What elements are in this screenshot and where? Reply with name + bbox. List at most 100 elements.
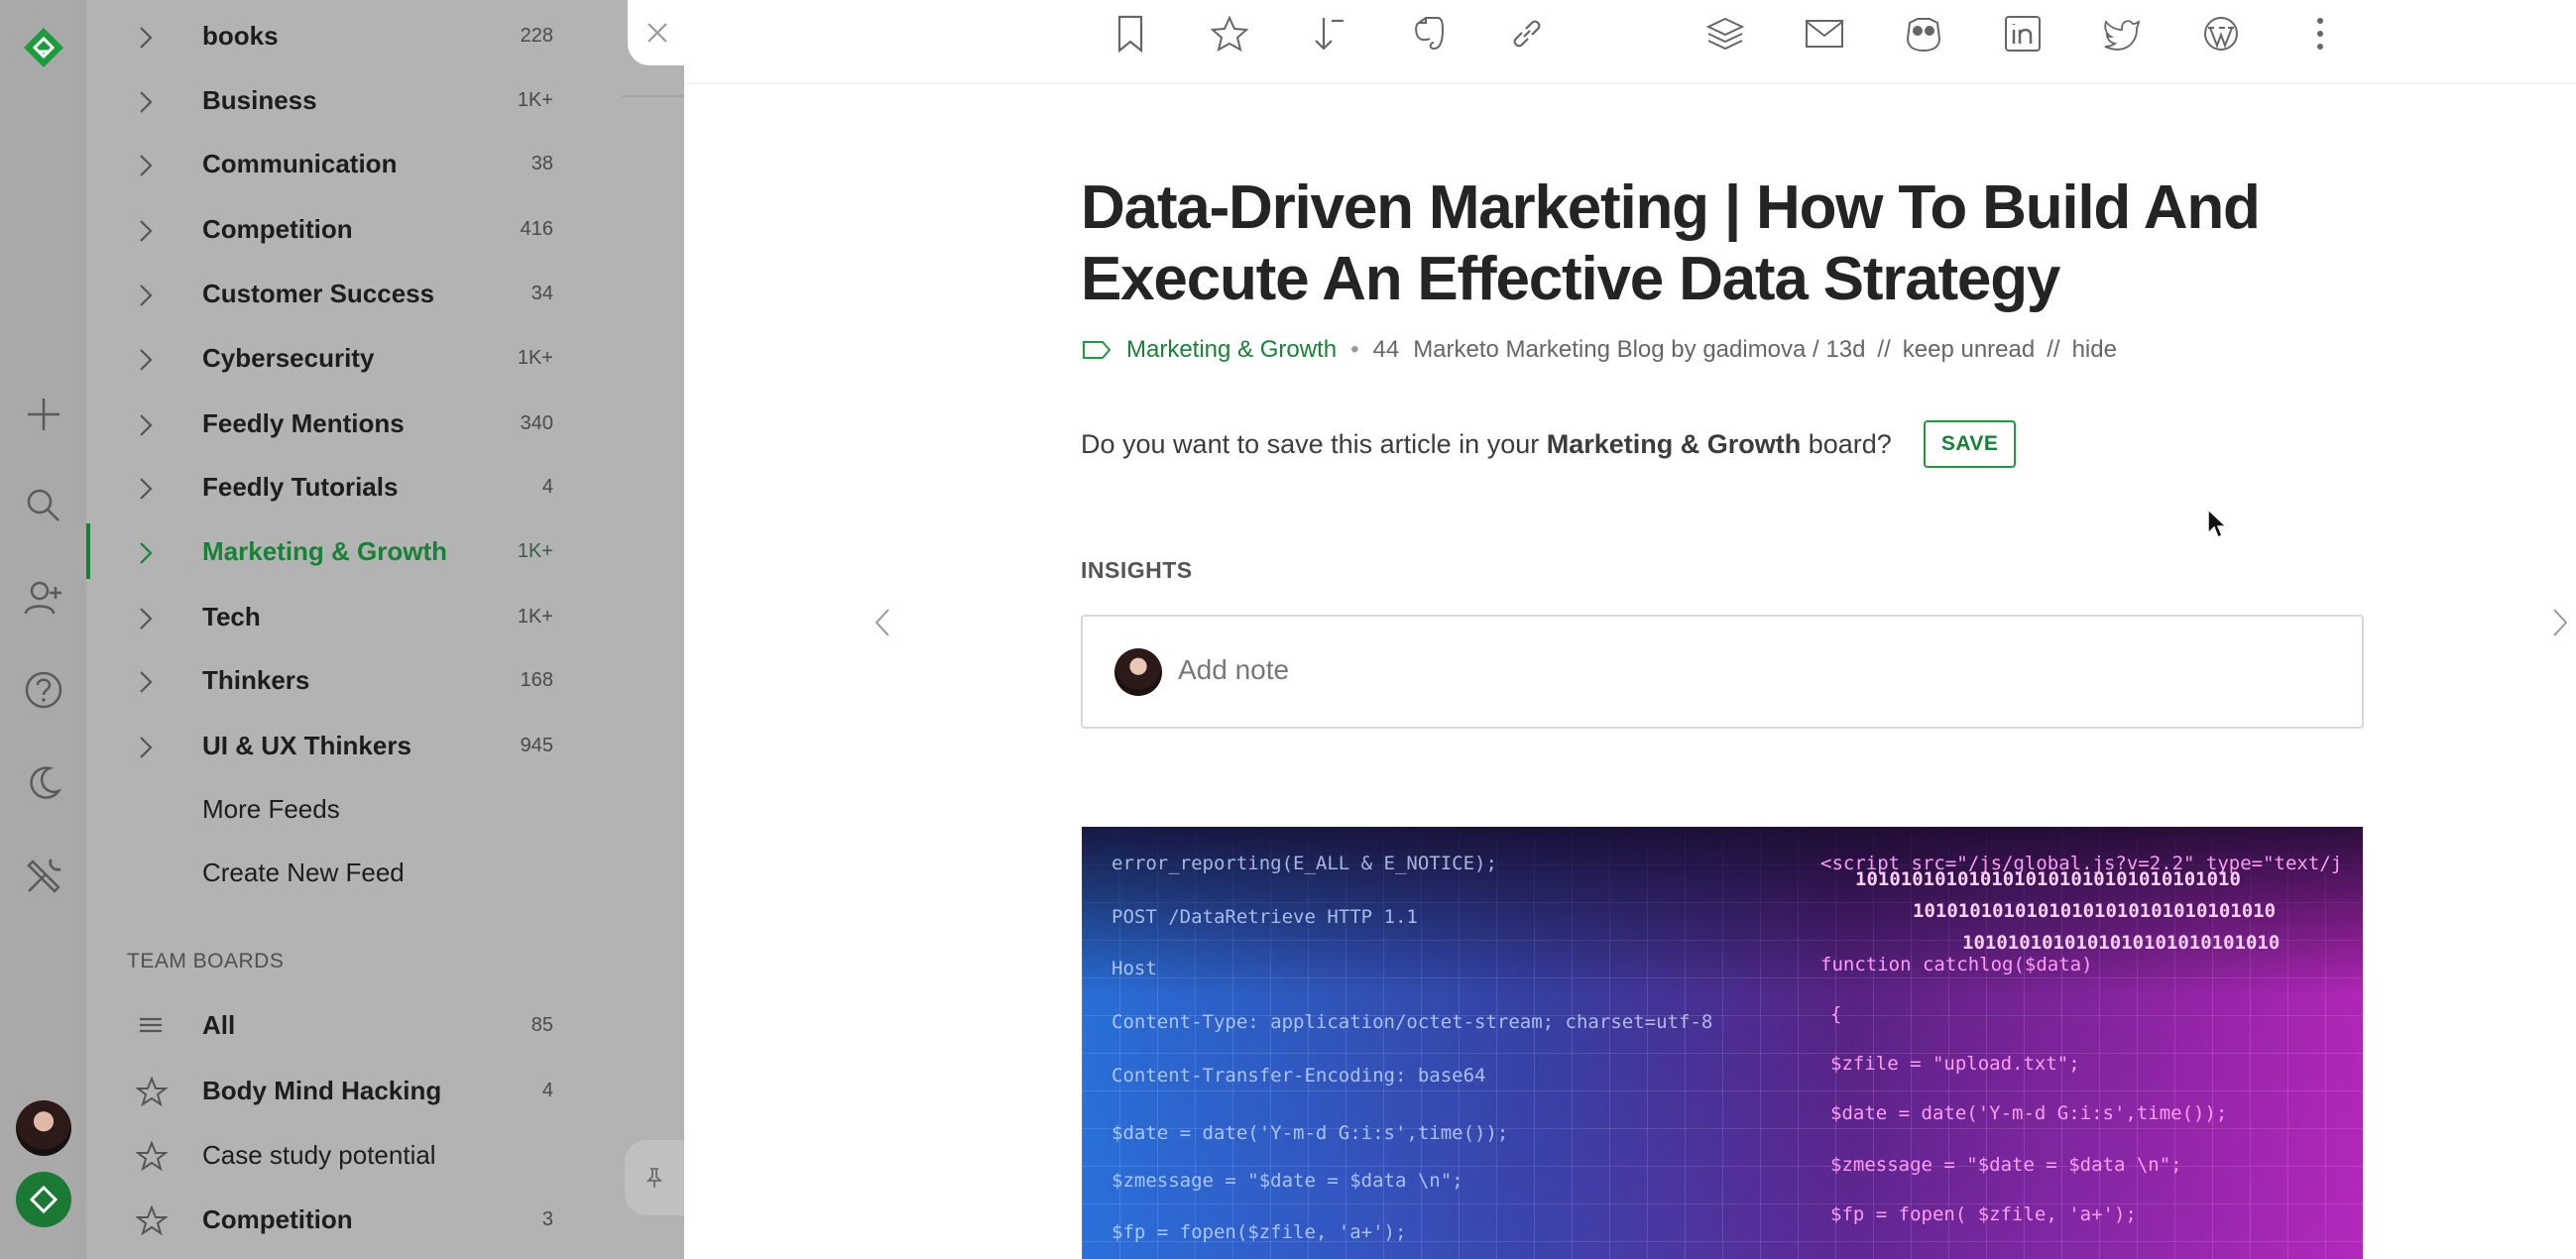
feed-row[interactable]: UI & UX Thinkers 945 (86, 716, 622, 775)
save-button[interactable]: SAVE (1923, 420, 2017, 468)
feed-name: Marketing & Growth (202, 536, 448, 566)
feed-row[interactable]: Communication 38 (86, 134, 622, 193)
chevron-right-icon[interactable] (136, 219, 156, 243)
chevron-right-icon[interactable] (136, 541, 156, 565)
link-icon[interactable] (1507, 14, 1547, 54)
chevron-right-icon (2553, 609, 2568, 636)
plus-icon[interactable] (0, 385, 86, 444)
hero-code-line: $fp = fopen($zfile, 'a+'); (1112, 1221, 1407, 1243)
twitter-icon[interactable] (2102, 14, 2142, 54)
feed-count: 340 (520, 412, 553, 434)
add-note-field[interactable]: Add note (1081, 615, 2364, 729)
feed-row-active[interactable]: Marketing & Growth 1K+ (86, 521, 622, 581)
feed-count: 228 (520, 25, 553, 47)
chevron-left-icon (875, 609, 889, 636)
star-icon[interactable] (136, 1077, 168, 1106)
user-avatar[interactable] (0, 1098, 86, 1158)
hero-binary-line: 10101010101010101010101010101010 (1913, 900, 2277, 922)
evernote-icon[interactable] (1408, 14, 1448, 54)
mark-read-below-icon[interactable] (1309, 14, 1348, 54)
board-row[interactable]: Case study potential (86, 1125, 622, 1185)
feed-row[interactable]: Feedly Mentions 340 (86, 394, 622, 453)
feed-name: books (202, 21, 279, 51)
email-icon[interactable] (1805, 14, 1844, 54)
chevron-right-icon[interactable] (136, 670, 156, 694)
pin-button[interactable] (625, 1140, 684, 1215)
feed-row[interactable]: Cybersecurity 1K+ (86, 328, 622, 388)
chevron-right-icon[interactable] (136, 348, 156, 372)
feed-row[interactable]: Business 1K+ (86, 70, 622, 130)
feed-row[interactable]: Feedly Tutorials 4 (86, 457, 622, 516)
feed-row[interactable]: Competition 416 (86, 199, 622, 259)
board-row[interactable]: Competition 3 (86, 1190, 622, 1249)
feed-row[interactable]: Tech 1K+ (86, 587, 622, 646)
keep-unread-link[interactable]: keep unread (1903, 336, 2035, 364)
feedly-avatar-icon[interactable] (0, 1170, 86, 1229)
hero-code-line: POST /DataRetrieve HTTP 1.1 (1112, 906, 1418, 928)
feeds-sidebar: books 228 Business 1K+ Communication 38 … (86, 0, 622, 1259)
feed-count: 1K+ (517, 89, 553, 111)
feed-row[interactable]: books 228 (86, 6, 622, 65)
active-indicator (86, 523, 90, 579)
hide-link[interactable]: hide (2072, 336, 2117, 364)
more-feeds-link[interactable]: More Feeds (202, 794, 340, 825)
feed-name: Competition (202, 214, 353, 244)
more-icon[interactable] (2300, 14, 2340, 54)
chevron-right-icon[interactable] (136, 26, 156, 50)
board-name: All (202, 1010, 236, 1040)
board-count: 3 (541, 1208, 553, 1230)
chevron-right-icon[interactable] (136, 413, 156, 437)
feed-name: Feedly Tutorials (202, 472, 399, 502)
feed-row[interactable]: Customer Success 34 (86, 264, 622, 323)
star-icon[interactable] (136, 1205, 168, 1235)
star-icon[interactable] (136, 1141, 168, 1171)
star-icon[interactable] (1210, 14, 1249, 54)
create-feed-link[interactable]: Create New Feed (202, 858, 405, 888)
hero-code-line: $fp = fopen( $zfile, 'a+'); (1830, 1203, 2137, 1225)
search-icon[interactable] (0, 476, 86, 535)
article-hero-image: error_reporting(E_ALL & E_NOTICE); POST … (1082, 827, 2363, 1259)
feed-name: Customer Success (202, 279, 435, 308)
feedly-logo-icon[interactable] (0, 18, 86, 77)
tools-icon[interactable] (0, 847, 86, 906)
insights-title: INSIGHTS (1081, 557, 1193, 583)
chevron-right-icon[interactable] (136, 607, 156, 630)
add-person-icon[interactable] (0, 568, 86, 628)
board-row[interactable]: Body Mind Hacking 4 (86, 1061, 622, 1120)
save-prompt: Do you want to save this article in your… (1081, 420, 2017, 468)
bookmark-icon[interactable] (1111, 14, 1150, 54)
mouse-cursor-icon (2207, 508, 2228, 539)
pin-icon (645, 1168, 663, 1188)
wordpress-icon[interactable] (2201, 14, 2241, 54)
linkedin-icon[interactable] (2003, 14, 2043, 54)
article-panel: Data-Driven Marketing | How To Build And… (684, 0, 2576, 1259)
chevron-right-icon[interactable] (136, 154, 156, 177)
chevron-right-icon[interactable] (136, 736, 156, 759)
meta-bullet: • (1350, 336, 1359, 363)
close-button[interactable] (628, 0, 687, 65)
article-title[interactable]: Data-Driven Marketing | How To Build And… (1081, 172, 2370, 315)
moon-icon[interactable] (0, 753, 86, 813)
meta-separator: // (1877, 336, 1891, 363)
help-icon[interactable] (0, 660, 86, 720)
board-count: 4 (541, 1080, 553, 1101)
hootsuite-icon[interactable] (1904, 14, 1943, 54)
note-placeholder[interactable]: Add note (1178, 654, 1289, 686)
hero-code-line: function catchlog($data) (1820, 954, 2093, 975)
article-source[interactable]: Marketo Marketing Blog by gadimova / 13d (1413, 336, 1865, 364)
board-name: Body Mind Hacking (202, 1076, 442, 1105)
chevron-right-icon[interactable] (136, 90, 156, 114)
next-article-button[interactable] (2550, 607, 2570, 643)
hero-code-line: $zmessage = "$date = $data \n"; (1112, 1170, 1464, 1192)
feed-row[interactable]: Thinkers 168 (86, 650, 622, 710)
feed-count: 4 (541, 476, 553, 498)
board-row[interactable]: All 85 (86, 995, 622, 1055)
article-category[interactable]: Marketing & Growth (1126, 336, 1337, 364)
chevron-right-icon[interactable] (136, 477, 156, 501)
hero-code-line: $zmessage = "$date = $data \n"; (1830, 1154, 2182, 1176)
buffer-icon[interactable] (1705, 14, 1745, 54)
chevron-right-icon[interactable] (136, 284, 156, 307)
tag-icon (1083, 341, 1112, 359)
hero-code-line: $date = date('Y-m-d G:i:s',time()); (1112, 1122, 1509, 1144)
previous-article-button[interactable] (873, 607, 892, 643)
